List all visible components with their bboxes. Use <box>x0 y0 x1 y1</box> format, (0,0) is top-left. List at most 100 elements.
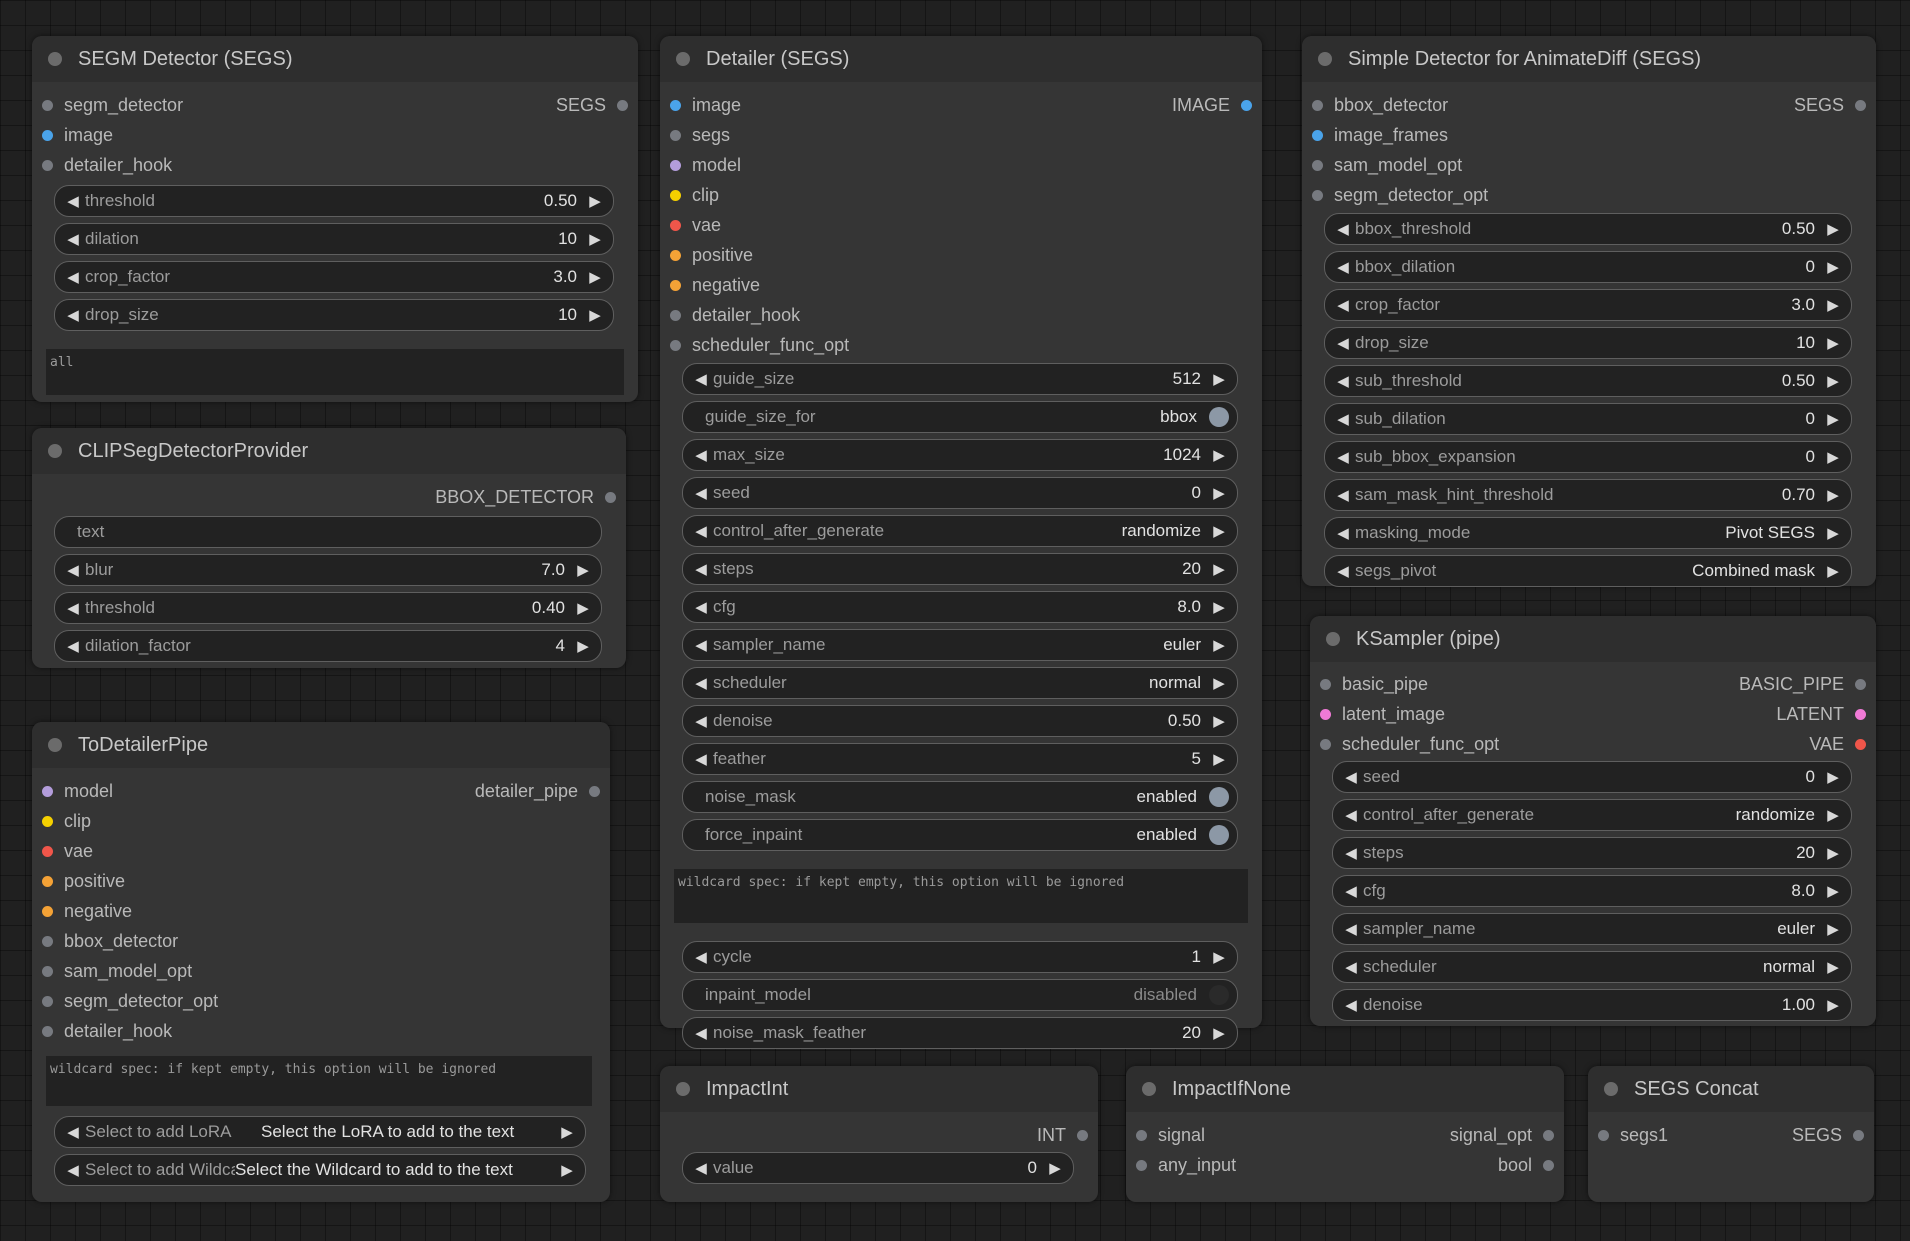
decrement-arrow-icon[interactable]: ◀ <box>1339 958 1363 976</box>
node-header[interactable]: Simple Detector for AnimateDiff (SEGS) <box>1302 36 1876 82</box>
socket-dot-icon[interactable] <box>1320 738 1331 750</box>
output-slot-int[interactable]: INT <box>1037 1125 1088 1146</box>
node-header[interactable]: SEGS Concat <box>1588 1066 1874 1112</box>
socket-dot-icon[interactable] <box>1136 1129 1147 1141</box>
increment-arrow-icon[interactable]: ▶ <box>1821 920 1845 938</box>
decrement-arrow-icon[interactable]: ◀ <box>61 192 85 210</box>
widget-dilation-factor[interactable]: ◀ dilation_factor 4 ▶ <box>54 630 602 662</box>
node-header[interactable]: Detailer (SEGS) <box>660 36 1262 82</box>
increment-arrow-icon[interactable]: ▶ <box>1207 948 1231 966</box>
input-slot-segs[interactable]: segs <box>670 125 730 146</box>
socket-dot-icon[interactable] <box>670 159 681 171</box>
output-slot-segs[interactable]: SEGS <box>1794 95 1866 116</box>
decrement-arrow-icon[interactable]: ◀ <box>1331 372 1355 390</box>
increment-arrow-icon[interactable]: ▶ <box>1821 958 1845 976</box>
decrement-arrow-icon[interactable]: ◀ <box>1331 562 1355 580</box>
socket-dot-icon[interactable] <box>42 1025 53 1037</box>
increment-arrow-icon[interactable]: ▶ <box>1821 882 1845 900</box>
input-slot-scheduler-func-opt[interactable]: scheduler_func_opt <box>670 335 849 356</box>
widget-control-after-generate[interactable]: ◀ control_after_generate randomize ▶ <box>1332 799 1852 831</box>
toggle-guide-size-for[interactable]: guide_size_for bbox <box>682 401 1238 433</box>
increment-arrow-icon[interactable]: ▶ <box>1207 370 1231 388</box>
toggle-knob-icon[interactable] <box>1209 787 1229 807</box>
widget-threshold[interactable]: ◀ threshold 0.40 ▶ <box>54 592 602 624</box>
socket-dot-icon[interactable] <box>670 339 681 351</box>
decrement-arrow-icon[interactable]: ◀ <box>1339 996 1363 1014</box>
input-slot-segs1[interactable]: segs1 <box>1598 1125 1668 1146</box>
decrement-arrow-icon[interactable]: ◀ <box>61 1123 85 1141</box>
widget-masking-mode[interactable]: ◀ masking_mode Pivot SEGS ▶ <box>1324 517 1852 549</box>
node-header[interactable]: SEGM Detector (SEGS) <box>32 36 638 82</box>
node-impact-int[interactable]: ImpactInt INT ◀ value 0 ▶ <box>660 1066 1098 1202</box>
toggle-inpaint-model[interactable]: inpaint_model disabled <box>682 979 1238 1011</box>
socket-dot-icon[interactable] <box>42 99 53 111</box>
decrement-arrow-icon[interactable]: ◀ <box>1339 882 1363 900</box>
socket-dot-icon[interactable] <box>670 249 681 261</box>
input-slot-negative[interactable]: negative <box>42 901 132 922</box>
socket-dot-icon[interactable] <box>1241 99 1252 111</box>
toggle-force-inpaint[interactable]: force_inpaint enabled <box>682 819 1238 851</box>
increment-arrow-icon[interactable]: ▶ <box>1821 768 1845 786</box>
input-slot-signal[interactable]: signal <box>1136 1125 1205 1146</box>
text-input[interactable]: text <box>54 516 602 548</box>
socket-dot-icon[interactable] <box>42 129 53 141</box>
increment-arrow-icon[interactable]: ▶ <box>1207 1024 1231 1042</box>
decrement-arrow-icon[interactable]: ◀ <box>61 637 85 655</box>
widget-sub-dilation[interactable]: ◀ sub_dilation 0 ▶ <box>1324 403 1852 435</box>
decrement-arrow-icon[interactable]: ◀ <box>61 1161 85 1179</box>
decrement-arrow-icon[interactable]: ◀ <box>689 560 713 578</box>
input-slot-image[interactable]: image <box>670 95 741 116</box>
increment-arrow-icon[interactable]: ▶ <box>1821 296 1845 314</box>
input-slot-segm-detector-opt[interactable]: segm_detector_opt <box>1312 185 1488 206</box>
widget-crop-factor[interactable]: ◀ crop_factor 3.0 ▶ <box>54 261 614 293</box>
increment-arrow-icon[interactable]: ▶ <box>1207 674 1231 692</box>
input-slot-image-frames[interactable]: image_frames <box>1312 125 1448 146</box>
decrement-arrow-icon[interactable]: ◀ <box>689 446 713 464</box>
socket-dot-icon[interactable] <box>1320 678 1331 690</box>
increment-arrow-icon[interactable]: ▶ <box>1821 486 1845 504</box>
decrement-arrow-icon[interactable]: ◀ <box>61 561 85 579</box>
output-slot-detailer-pipe[interactable]: detailer_pipe <box>475 781 600 802</box>
widget-sam-mask-hint-threshold[interactable]: ◀ sam_mask_hint_threshold 0.70 ▶ <box>1324 479 1852 511</box>
widget-feather[interactable]: ◀ feather 5 ▶ <box>682 743 1238 775</box>
decrement-arrow-icon[interactable]: ◀ <box>1331 334 1355 352</box>
socket-dot-icon[interactable] <box>1855 708 1866 720</box>
node-header[interactable]: ToDetailerPipe <box>32 722 610 768</box>
decrement-arrow-icon[interactable]: ◀ <box>689 750 713 768</box>
socket-dot-icon[interactable] <box>1312 159 1323 171</box>
decrement-arrow-icon[interactable]: ◀ <box>1331 448 1355 466</box>
collapse-dot-icon[interactable] <box>1142 1082 1156 1096</box>
collapse-dot-icon[interactable] <box>1604 1082 1618 1096</box>
decrement-arrow-icon[interactable]: ◀ <box>689 370 713 388</box>
input-slot-model[interactable]: model <box>42 781 113 802</box>
widget-drop-size[interactable]: ◀ drop_size 10 ▶ <box>54 299 614 331</box>
widget-blur[interactable]: ◀ blur 7.0 ▶ <box>54 554 602 586</box>
wildcard-textarea[interactable]: wildcard spec: if kept empty, this optio… <box>674 869 1248 923</box>
socket-dot-icon[interactable] <box>670 189 681 201</box>
decrement-arrow-icon[interactable]: ◀ <box>1331 524 1355 542</box>
collapse-dot-icon[interactable] <box>1326 632 1340 646</box>
decrement-arrow-icon[interactable]: ◀ <box>1339 768 1363 786</box>
toggle-knob-icon[interactable] <box>1209 985 1229 1005</box>
toggle-knob-icon[interactable] <box>1209 407 1229 427</box>
wildcard-selector[interactable]: ◀Select to add WildcardSelect the Wildca… <box>54 1154 586 1186</box>
socket-dot-icon[interactable] <box>42 159 53 171</box>
widget-sub-bbox-expansion[interactable]: ◀ sub_bbox_expansion 0 ▶ <box>1324 441 1852 473</box>
input-slot-scheduler-func-opt[interactable]: scheduler_func_opt <box>1320 734 1499 755</box>
input-slot-detailer-hook[interactable]: detailer_hook <box>42 1021 172 1042</box>
input-slot-segm-detector[interactable]: segm_detector <box>42 95 183 116</box>
widget-seed[interactable]: ◀ seed 0 ▶ <box>1332 761 1852 793</box>
decrement-arrow-icon[interactable]: ◀ <box>689 712 713 730</box>
decrement-arrow-icon[interactable]: ◀ <box>61 599 85 617</box>
input-slot-any-input[interactable]: any_input <box>1136 1155 1236 1176</box>
decrement-arrow-icon[interactable]: ◀ <box>689 484 713 502</box>
collapse-dot-icon[interactable] <box>676 52 690 66</box>
wildcard-textarea[interactable]: wildcard spec: if kept empty, this optio… <box>46 1056 592 1106</box>
socket-dot-icon[interactable] <box>42 815 53 827</box>
widget-steps[interactable]: ◀ steps 20 ▶ <box>682 553 1238 585</box>
widget-crop-factor[interactable]: ◀ crop_factor 3.0 ▶ <box>1324 289 1852 321</box>
socket-dot-icon[interactable] <box>1312 189 1323 201</box>
input-slot-clip[interactable]: clip <box>42 811 91 832</box>
decrement-arrow-icon[interactable]: ◀ <box>1339 806 1363 824</box>
decrement-arrow-icon[interactable]: ◀ <box>689 1024 713 1042</box>
